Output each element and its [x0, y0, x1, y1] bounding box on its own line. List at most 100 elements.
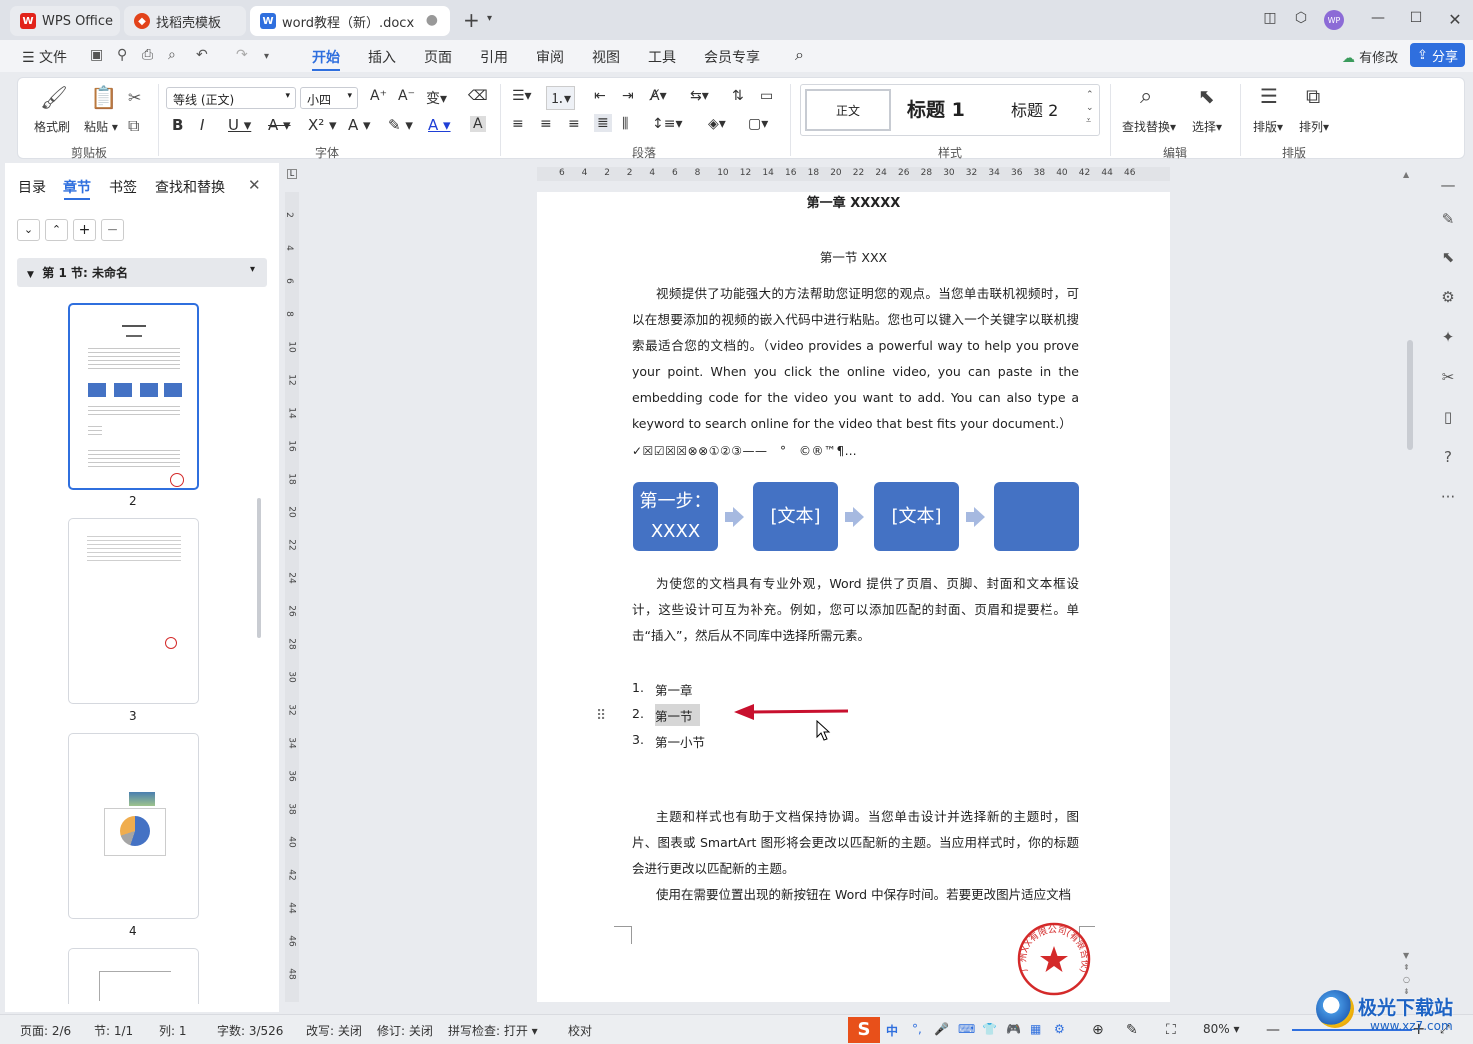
collapse-rail-icon[interactable]: — — [1434, 176, 1462, 194]
game-icon[interactable]: 🎮 — [1006, 1022, 1021, 1036]
undo-icon[interactable]: ↶ — [196, 47, 208, 63]
status-word-count[interactable]: 字数: 3/526 — [217, 1022, 283, 1039]
search-icon[interactable]: ⌕ — [795, 45, 804, 65]
status-section[interactable]: 节: 1/1 — [94, 1022, 133, 1039]
tab-wps-office[interactable]: W WPS Office — [10, 6, 120, 36]
section-heading[interactable]: 第一节 XXX — [537, 247, 1170, 266]
sogou-ime-icon[interactable]: S — [848, 1017, 880, 1043]
user-avatar[interactable]: WP — [1324, 10, 1344, 30]
font-size-select[interactable]: 小四 ▾ — [300, 87, 358, 109]
quick-access-chevron-icon[interactable]: ▾ — [264, 51, 269, 62]
fit-page-icon[interactable]: ⛶ — [1166, 1022, 1176, 1038]
paragraph-theme[interactable]: 主题和样式也有助于文档保持协调。当您单击设计并选择新的主题时，图片、图表或 Sm… — [632, 804, 1079, 882]
unsaved-dot-icon[interactable]: ● — [426, 12, 438, 28]
style-scroll-icon[interactable]: ⌃ ⌄ ⩡ — [1086, 89, 1094, 128]
bold-icon[interactable]: B — [172, 116, 183, 134]
cut-icon[interactable]: ✂ — [128, 88, 141, 107]
sort-icon[interactable]: ⇅ — [732, 88, 744, 104]
nav-tab-sections[interactable]: 章节 — [63, 177, 91, 197]
tab-reference[interactable]: 引用 — [480, 47, 508, 67]
file-menu[interactable]: ☰ 文件 — [22, 47, 67, 67]
find-replace-icon[interactable]: ⌕ — [1140, 84, 1152, 109]
page-nav-icons[interactable]: ▼ ⇞ ○ ⇟ — [1403, 950, 1410, 998]
nav-scrollbar[interactable] — [257, 498, 261, 638]
paste-button[interactable]: 粘贴 ▾ — [84, 118, 118, 135]
more-icon[interactable]: ··· — [1434, 488, 1462, 506]
save-icon[interactable]: ▣ — [90, 47, 103, 63]
italic-icon[interactable]: I — [200, 116, 204, 134]
section-header[interactable]: ▼ 第 1 节: 未命名 ▾ — [17, 258, 267, 287]
shading-icon[interactable]: ◈▾ — [708, 116, 726, 132]
page-thumbnail-4[interactable] — [68, 733, 199, 919]
flow-step-4[interactable] — [994, 482, 1079, 551]
borders-icon[interactable]: ▢▾ — [748, 116, 768, 132]
format-painter-button[interactable]: 格式刷 — [34, 118, 70, 135]
close-pane-icon[interactable]: ✕ — [248, 176, 261, 194]
company-seal-stamp[interactable]: 广州XX有限公司(有限合伙) — [1016, 921, 1092, 997]
align-right-icon[interactable]: ≡ — [568, 116, 580, 132]
arrange-icon[interactable]: ⧉ — [1306, 84, 1320, 108]
align-center-icon[interactable]: ≡ — [540, 116, 552, 132]
page-thumbnail-3[interactable] — [68, 518, 199, 704]
keyboard-icon[interactable]: ⌨ — [958, 1022, 975, 1036]
style-heading-2[interactable]: 标题 2 — [1011, 97, 1058, 121]
chapter-heading[interactable]: 第一章 XXXXX — [537, 192, 1170, 211]
scroll-up-icon[interactable]: ▲ — [1403, 170, 1409, 179]
nav-tab-toc[interactable]: 目录 — [18, 177, 46, 197]
symbols-line[interactable]: ✓☒☑☒☒⊗⊗①②③—— ° ©®™¶… — [632, 442, 857, 459]
status-track-changes[interactable]: 修订: 关闭 — [377, 1022, 433, 1039]
ai-icon[interactable]: ✦ — [1434, 328, 1462, 346]
style-normal[interactable]: 正文 — [805, 89, 891, 131]
print-preview-icon[interactable]: ⌕ — [168, 47, 176, 63]
chinese-layout-icon[interactable]: A̸▾ — [650, 88, 667, 104]
collapse-down-icon[interactable]: ⌄ — [17, 219, 40, 241]
justify-icon[interactable]: ≣ — [594, 114, 612, 132]
page-thumbnail-5[interactable] — [68, 948, 199, 1004]
status-page[interactable]: 页面: 2/6 — [20, 1022, 71, 1039]
edit-mode-icon[interactable]: ✎ — [1126, 1022, 1138, 1038]
settings-icon[interactable]: ⚙ — [1054, 1022, 1065, 1036]
share-button[interactable]: ⇪ 分享 — [1410, 43, 1465, 67]
add-section-icon[interactable]: + — [73, 219, 96, 241]
new-tab-plus-icon[interactable]: + — [463, 8, 480, 32]
layout-button[interactable]: 排版▾ — [1253, 118, 1283, 135]
tab-review[interactable]: 审阅 — [536, 47, 564, 67]
print-icon[interactable]: ⎙ — [142, 47, 153, 63]
copy-icon[interactable]: ⧉ — [128, 116, 139, 136]
highlight-icon[interactable]: ✎ ▾ — [388, 116, 413, 134]
punct-icon[interactable]: °, — [912, 1022, 922, 1036]
tab-member[interactable]: 会员专享 — [704, 47, 760, 67]
bullet-list-icon[interactable]: ☰▾ — [512, 88, 532, 104]
tab-list-chevron-icon[interactable]: ▾ — [487, 13, 492, 24]
minimize-icon[interactable]: — — [1366, 10, 1390, 26]
book-icon[interactable]: ▯ — [1434, 408, 1462, 426]
paragraph-video[interactable]: 视频提供了功能强大的方法帮助您证明您的观点。当您单击联机视频时，可以在想要添加的… — [632, 281, 1079, 437]
collapse-up-icon[interactable]: ⌃ — [45, 219, 68, 241]
skin-icon[interactable]: 👕 — [982, 1022, 997, 1036]
link-icon[interactable]: ⚲ — [117, 47, 127, 63]
maximize-icon[interactable]: ☐ — [1404, 10, 1428, 26]
text-direction-icon[interactable]: ⇆▾ — [690, 88, 709, 104]
shrink-font-icon[interactable]: A⁻ — [398, 88, 415, 104]
flow-step-1[interactable]: 第一步：XXXX — [633, 482, 718, 551]
select-button[interactable]: 选择▾ — [1192, 118, 1222, 135]
show-marks-icon[interactable]: ▭ — [760, 88, 773, 104]
tools-icon[interactable]: ✂ — [1434, 368, 1462, 386]
tab-view[interactable]: 视图 — [592, 47, 620, 67]
tab-template[interactable]: ◆ 找稻壳模板 — [124, 6, 246, 36]
tab-home[interactable]: 开始 — [312, 47, 340, 67]
flow-step-3[interactable]: [文本] — [874, 482, 959, 551]
pen-icon[interactable]: ✎ — [1434, 210, 1462, 228]
layout-toggle-icon[interactable]: ◫ — [1258, 10, 1282, 26]
ime-mode-chinese[interactable]: 中 — [886, 1022, 898, 1039]
help-icon[interactable]: ? — [1434, 448, 1462, 466]
paragraph-design[interactable]: 为使您的文档具有专业外观，Word 提供了页眉、页脚、封面和文本框设计，这些设计… — [632, 571, 1079, 649]
select-cursor-icon[interactable]: ⬉ — [1198, 84, 1215, 108]
tab-tools[interactable]: 工具 — [648, 47, 676, 67]
strikethrough-icon[interactable]: A ▾ — [268, 116, 291, 134]
close-window-icon[interactable]: ✕ — [1443, 10, 1467, 29]
tab-page[interactable]: 页面 — [424, 47, 452, 67]
mic-icon[interactable]: 🎤 — [934, 1022, 949, 1036]
status-overwrite[interactable]: 改写: 关闭 — [306, 1022, 362, 1039]
drag-handle-icon[interactable]: ⠿ — [596, 708, 606, 724]
